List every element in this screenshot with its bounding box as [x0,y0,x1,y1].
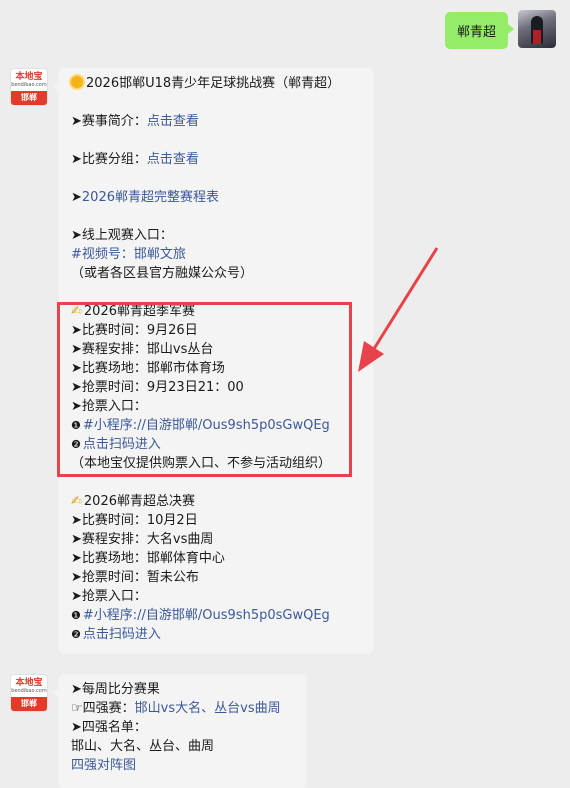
user-message-text: 郸青超 [456,25,496,40]
final-arrangement: ➤赛程安排：大名vs曲周 [71,532,214,547]
final-entry-label: ➤抢票入口： [71,589,147,604]
group-link[interactable]: 点击查看 [147,152,199,167]
bot-message-bubble: 2026邯郸U18青少年足球挑战赛（郸青超） ➤赛事简介：点击查看 ➤比赛分组：… [53,68,373,654]
number-two-icon: ❷ [71,628,81,641]
channel-link[interactable]: #视频号：邯郸文旅 [71,247,186,262]
bronze-venue: ➤比赛场地：邯郸市体育场 [71,361,225,376]
bot-logo-city: 邯郸 [11,91,47,105]
number-one-icon: ❶ [71,609,81,622]
writing-hand-icon: ✍ [71,494,82,509]
weekly-results: ➤每周比分赛果 [71,682,160,697]
top4-list: 邯山、大名、丛台、曲周 [71,739,215,754]
bracket-link[interactable]: 四强对阵图 [71,758,136,773]
semi-link[interactable]: 邯山vs大名、丛台vs曲周 [135,701,281,716]
bronze-miniprogram-link[interactable]: #小程序://自游邯郸/Ous9sh5p0sGwQEg [83,418,330,433]
bronze-ticket-time: ➤抢票时间：9月23日21：00 [71,380,244,395]
writing-hand-icon: ✍ [71,304,82,319]
bot-logo-text: 本地宝 [15,72,43,82]
message-title: 2026邯郸U18青少年足球挑战赛（郸青超） [71,74,361,93]
bot-avatar[interactable]: 本地宝 bendibao.com 邯郸 [10,68,48,106]
final-title: ✍ 2026郸青超总决赛 [71,494,195,509]
schedule-link[interactable]: 2026郸青超完整赛程表 [82,190,219,205]
bronze-title: ✍ 2026郸青超季军赛 [71,304,195,319]
group-label: ➤比赛分组： [71,152,147,167]
final-scan-link[interactable]: 点击扫码进入 [83,627,161,642]
number-two-icon: ❷ [71,438,81,451]
intro-label: ➤赛事简介： [71,114,147,129]
bot-logo-sub: bendibao.com [11,82,47,88]
bronze-note: （本地宝仅提供购票入口、不参与活动组织） [71,456,332,471]
user-message-row: 郸青超 [444,10,556,49]
final-time: ➤比赛时间：10月2日 [71,513,198,528]
number-one-icon: ❶ [71,419,81,432]
bronze-scan-link[interactable]: 点击扫码进入 [83,437,161,452]
final-miniprogram-link[interactable]: #小程序://自游邯郸/Ous9sh5p0sGwQEg [83,608,330,623]
top4-label: ➤四强名单： [71,720,147,735]
arrow-glyph: ➤ [71,190,82,205]
channel-note: （或者各区县官方融媒公众号） [71,266,254,281]
bronze-arrangement: ➤赛程安排：邯山vs丛台 [71,342,214,357]
final-ticket-time: ➤抢票时间：暂未公布 [71,570,199,585]
bronze-entry-label: ➤抢票入口： [71,399,147,414]
semi-label: 四强赛： [82,701,135,716]
bot-message-bubble-2: ➤每周比分赛果 ☞四强赛：邯山vs大名、丛台vs曲周 ➤四强名单： 邯山、大名、… [53,674,307,788]
final-venue: ➤比赛场地：邯郸体育中心 [71,551,225,566]
user-message-bubble[interactable]: 郸青超 [444,12,515,49]
user-avatar[interactable] [518,10,556,48]
bronze-time: ➤比赛时间：9月26日 [71,323,198,338]
watch-label: ➤线上观赛入口： [71,228,173,243]
intro-link[interactable]: 点击查看 [147,114,199,129]
bot-avatar[interactable]: 本地宝 bendibao.com 邯郸 [10,674,48,712]
sun-icon [71,76,83,88]
pointing-hand-icon: ☞ [71,701,83,716]
